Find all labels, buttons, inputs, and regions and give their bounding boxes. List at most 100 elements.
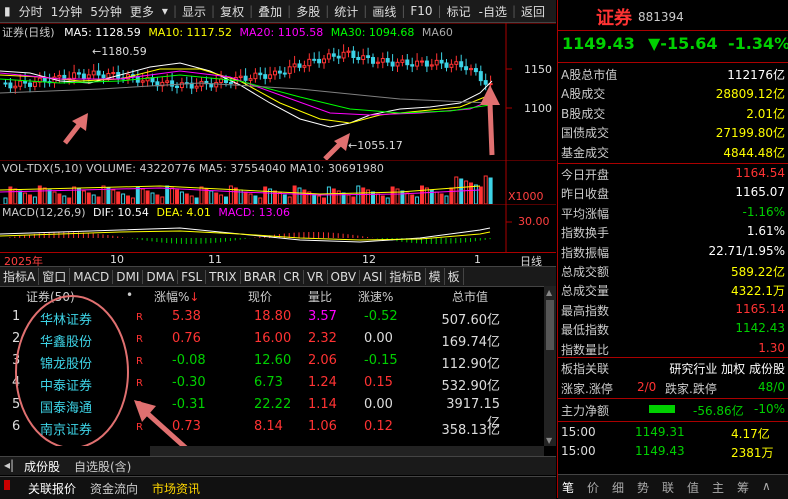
candle-body bbox=[361, 55, 366, 60]
tab-asi[interactable]: ASI bbox=[360, 269, 387, 284]
tab-vr[interactable]: VR bbox=[304, 269, 328, 284]
toolbar-item-mark[interactable]: 标记 bbox=[443, 3, 475, 20]
panel-toggle-icon[interactable]: ◂| bbox=[4, 458, 14, 472]
tab-dmi[interactable]: DMI bbox=[113, 269, 144, 284]
tab-macd[interactable]: MACD bbox=[70, 269, 114, 284]
candle-body bbox=[81, 73, 86, 79]
board-links[interactable]: 研究行业 加权 成份股 bbox=[669, 360, 785, 377]
summary-row-label: B股成交 bbox=[561, 106, 606, 121]
quote-bottom-tabs: 笔价细势联值主筹 ∧ bbox=[558, 474, 788, 499]
summary-row: 基金成交 4844.48亿 bbox=[561, 142, 787, 161]
toolbar-item-1min[interactable]: 1分钟 bbox=[47, 3, 87, 20]
candle-body bbox=[273, 70, 277, 76]
toolbar-item-overlay[interactable]: 叠加 bbox=[254, 3, 286, 20]
quote-tab[interactable]: 细 bbox=[612, 479, 624, 496]
volume-panel[interactable]: VOL-TDX(5,10) VOLUME: 43220776 MA5: 3755… bbox=[0, 159, 556, 205]
quote-tab[interactable]: 势 bbox=[637, 479, 649, 496]
scroll-down-icon[interactable]: ▼ bbox=[546, 436, 554, 445]
tab-dma[interactable]: DMA bbox=[143, 269, 179, 284]
bottom-tabbar: ◂| 成份股 自选股(含) bbox=[0, 456, 556, 475]
table-scrollbar[interactable]: ▲ ▼ bbox=[544, 286, 556, 446]
volume-bar bbox=[415, 196, 420, 205]
status-tab-fundflow[interactable]: 资金流向 bbox=[90, 480, 138, 497]
ma10-label: MA10: 1117.52 bbox=[148, 26, 233, 39]
scroll-up-icon[interactable]: ▲ bbox=[546, 288, 554, 297]
candle-body bbox=[380, 58, 385, 63]
toolbar-item-stats[interactable]: 统计 bbox=[330, 3, 362, 20]
volume-bar bbox=[18, 190, 23, 205]
low-price-label: ←1055.17 bbox=[348, 139, 403, 152]
netflow-bar bbox=[649, 405, 675, 413]
volume-bar bbox=[361, 187, 366, 205]
tick-volume: 4.17亿 bbox=[731, 427, 770, 441]
status-bar: 关联报价 资金流向 市场资讯 bbox=[0, 476, 556, 499]
volume-bar bbox=[228, 185, 233, 205]
quote-tab[interactable]: 筹 bbox=[737, 479, 749, 496]
volume-bar bbox=[488, 177, 493, 205]
tab-watchlist-inc[interactable]: 自选股(含) bbox=[74, 458, 131, 475]
tab-obv[interactable]: OBV bbox=[328, 269, 361, 284]
toolbar-item-watchlist[interactable]: -自选 bbox=[475, 3, 511, 20]
candle-body bbox=[253, 72, 258, 80]
tab-indicator-a[interactable]: 指标A bbox=[0, 268, 40, 285]
toolbar-item-f10[interactable]: F10 bbox=[406, 4, 436, 18]
quote-tab[interactable]: 联 bbox=[662, 479, 674, 496]
volume-bar bbox=[135, 186, 140, 205]
tab-template[interactable]: 模 bbox=[426, 268, 445, 285]
tab-constituents[interactable]: 成份股 bbox=[24, 458, 60, 475]
macd-panel[interactable]: MACD(12,26,9) DIF: 10.54 DEA: 4.01 MACD:… bbox=[0, 203, 556, 252]
quote-panel: 证券 881394 1149.43 ▼-15.64 -1.34% A股总市值 11… bbox=[557, 0, 788, 499]
index-price: 1149.43 bbox=[562, 34, 635, 53]
toolbar-item-display[interactable]: 显示 bbox=[178, 3, 210, 20]
quote-tab[interactable]: 笔 bbox=[562, 479, 574, 496]
candle-body bbox=[322, 58, 326, 64]
toolbar-item-draw[interactable]: 画线 bbox=[368, 3, 400, 20]
candle-body bbox=[356, 56, 361, 60]
quote-tab[interactable]: 价 bbox=[587, 479, 599, 496]
quote-tab[interactable]: ∧ bbox=[762, 479, 771, 493]
candle-body bbox=[464, 66, 469, 71]
scroll-thumb[interactable] bbox=[546, 300, 554, 350]
quote-tab[interactable]: 值 bbox=[687, 479, 699, 496]
candle-body bbox=[336, 55, 341, 59]
macd-value: MACD: 13.06 bbox=[218, 206, 291, 219]
quote-tab[interactable]: 主 bbox=[712, 479, 724, 496]
up-value: 2/0 bbox=[637, 380, 657, 394]
tab-cr[interactable]: CR bbox=[280, 269, 304, 284]
toolbar-item-multistock[interactable]: 多股 bbox=[292, 3, 324, 20]
status-tab-related[interactable]: 关联报价 bbox=[28, 480, 76, 497]
horizontal-scrollbar[interactable] bbox=[150, 446, 544, 456]
summary-row-label: 国债成交 bbox=[561, 126, 610, 141]
toolbar-item-restore[interactable]: 复权 bbox=[216, 3, 248, 20]
tab-board[interactable]: 板 bbox=[445, 268, 464, 285]
toolbar-item-5min[interactable]: 5分钟 bbox=[86, 3, 126, 20]
volume-bar bbox=[405, 192, 410, 205]
tab-brar[interactable]: BRAR bbox=[241, 269, 281, 284]
toolbar-item-timeshare[interactable]: 分时 bbox=[15, 3, 47, 20]
toolbar-item-back[interactable]: 返回 bbox=[517, 3, 549, 20]
stat-row-value: 1.61% bbox=[746, 224, 785, 239]
tab-trix[interactable]: TRIX bbox=[206, 269, 241, 284]
volume-bar bbox=[400, 190, 405, 205]
tab-window[interactable]: 窗口 bbox=[39, 268, 71, 285]
volume-bar bbox=[380, 195, 385, 205]
toolbar-menu-icon[interactable]: ▮ bbox=[0, 4, 15, 18]
toolbar-item-more[interactable]: 更多 bbox=[126, 3, 158, 20]
annotation-arrow-right bbox=[480, 85, 500, 156]
ma60-line bbox=[0, 82, 491, 104]
stat-row-value: 1164.54 bbox=[735, 166, 785, 180]
candle-body bbox=[111, 72, 116, 75]
volume-bar bbox=[331, 188, 336, 205]
tab-indicator-b[interactable]: 指标B bbox=[386, 268, 426, 285]
tab-fsl[interactable]: FSL bbox=[178, 269, 207, 284]
kline-chart[interactable]: 证券(日线) MA5: 1128.59 MA10: 1117.52 MA20: … bbox=[0, 22, 556, 161]
macd-header: MACD(12,26,9) DIF: 10.54 DEA: 4.01 MACD:… bbox=[2, 206, 290, 219]
stat-row: 昨日收盘 1165.07 bbox=[561, 183, 787, 202]
summary-row-label: A股总市值 bbox=[561, 68, 618, 82]
volume-bar bbox=[292, 185, 297, 205]
status-tab-news[interactable]: 市场资讯 bbox=[152, 480, 200, 497]
kline-svg[interactable] bbox=[0, 22, 556, 161]
stat-row-label: 最低指数 bbox=[561, 323, 610, 338]
summary-row-value: 28809.12亿 bbox=[715, 87, 785, 102]
toolbar-dropdown-icon[interactable]: ▾ bbox=[158, 4, 172, 18]
